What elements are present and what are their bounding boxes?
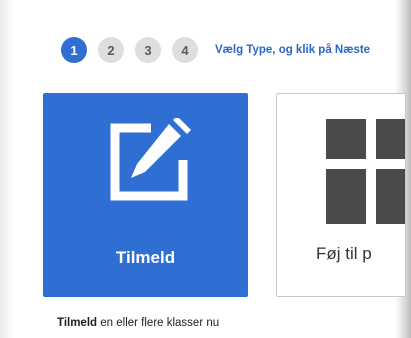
enroll-card-label: Tilmeld [115, 248, 176, 267]
description-bold: Tilmeld [57, 317, 98, 329]
left-edge-shade [0, 0, 14, 338]
edit-icon [110, 118, 191, 201]
step-1[interactable]: 1 [61, 37, 87, 63]
step-2[interactable]: 2 [98, 37, 124, 63]
add-card-label: Føj til p [316, 244, 372, 263]
add-card[interactable]: Føj til p [276, 93, 406, 297]
grid-icon [326, 119, 405, 224]
step-4[interactable]: 4 [172, 37, 198, 63]
step-3[interactable]: 3 [135, 37, 161, 63]
enroll-card[interactable]: Tilmeld [43, 93, 248, 297]
step-instruction: Vælg Type, og klik på Næste [215, 44, 371, 56]
description-text: en eller flere klasser nu [97, 317, 220, 329]
card-description: Tilmeld en eller flere klasser nu [57, 317, 219, 329]
step-indicator: 1 2 3 4 Vælg Type, og klik på Næste [61, 36, 370, 64]
